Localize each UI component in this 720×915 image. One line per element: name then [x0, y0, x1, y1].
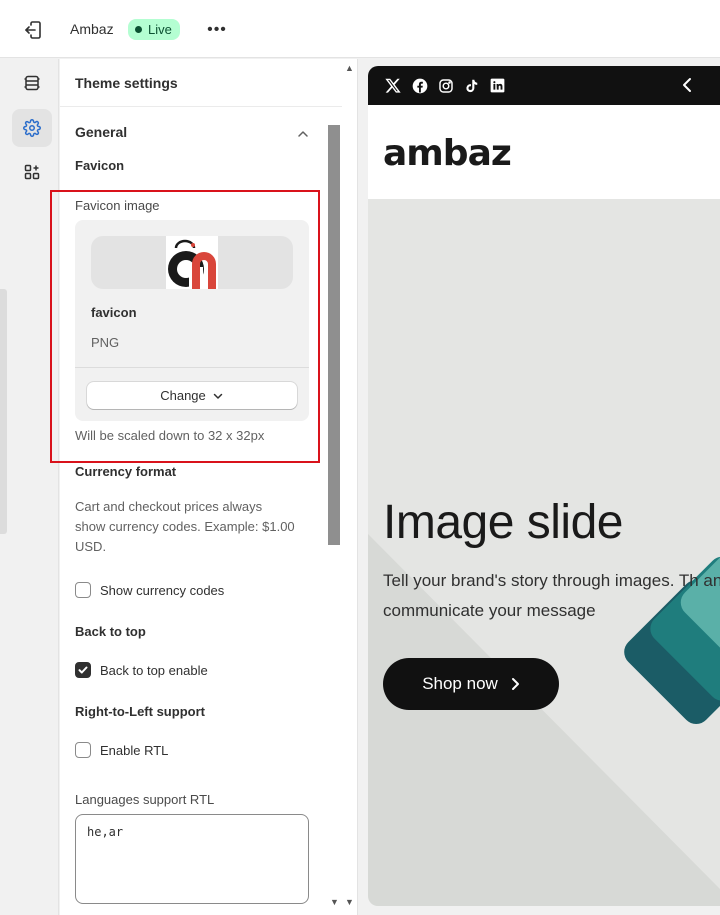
theme-settings-panel: Theme settings ▲ ▼ ▼ General Favicon Fav…: [60, 59, 358, 915]
favicon-heading: Favicon: [75, 158, 125, 173]
favicon-help-text: Will be scaled down to 32 x 32px: [75, 428, 265, 443]
store-name: Ambaz: [70, 21, 114, 37]
favicon-image-card: favicon PNG Change: [75, 220, 309, 421]
scroll-down-arrow-2-icon[interactable]: ▼: [345, 897, 354, 907]
currency-format-heading: Currency format: [75, 464, 177, 479]
status-badge-label: Live: [148, 22, 172, 37]
hero-text: Tell your brand's story through images. …: [383, 571, 720, 620]
checkmark-icon: [78, 666, 88, 674]
show-currency-codes-label: Show currency codes: [100, 582, 225, 598]
chevron-right-icon: [511, 678, 519, 690]
languages-rtl-label: Languages support RTL: [75, 792, 215, 807]
left-rail: [0, 59, 59, 915]
site-logo[interactable]: ambaz: [383, 133, 512, 174]
x-icon[interactable]: [384, 76, 403, 95]
shop-now-button[interactable]: Shop now: [383, 658, 559, 710]
rail-scrollbar[interactable]: [0, 289, 7, 534]
instagram-icon[interactable]: [436, 76, 455, 95]
favicon-file-type: PNG: [91, 335, 120, 350]
tiktok-icon[interactable]: [462, 76, 481, 95]
back-to-top-label: Back to top enable: [100, 662, 208, 678]
status-badge: Live: [128, 19, 180, 40]
back-to-top-row[interactable]: Back to top enable: [75, 662, 208, 678]
hero-title: Image slide: [383, 496, 623, 549]
scroll-down-arrow-icon[interactable]: ▼: [330, 897, 339, 907]
change-image-button[interactable]: Change: [87, 382, 297, 409]
favicon-thumbnail[interactable]: [91, 236, 293, 289]
favicon-logo-icon: [168, 239, 216, 289]
top-bar: Ambaz Live •••: [0, 0, 720, 58]
apps-icon: [24, 164, 40, 180]
exit-icon[interactable]: [22, 19, 44, 41]
panel-scrollbar-thumb[interactable]: [328, 125, 340, 545]
facebook-icon[interactable]: [410, 76, 429, 95]
site-header: ambaz: [368, 105, 720, 199]
linkedin-icon[interactable]: [488, 76, 507, 95]
show-currency-codes-checkbox[interactable]: [75, 582, 91, 598]
languages-rtl-value: he,ar: [87, 825, 124, 839]
back-to-top-checkbox[interactable]: [75, 662, 91, 678]
divider: [75, 367, 309, 368]
gear-icon: [23, 119, 41, 137]
apps-button[interactable]: [12, 153, 52, 191]
languages-rtl-textarea[interactable]: he,ar: [75, 814, 309, 904]
favicon-file-name: favicon: [91, 305, 137, 320]
theme-settings-button[interactable]: [12, 109, 52, 147]
storefront-preview: ambaz Image slide Tell your brand's stor…: [368, 66, 720, 906]
rtl-heading: Right-to-Left support: [75, 704, 205, 719]
more-actions-button[interactable]: •••: [205, 18, 229, 42]
general-section-title[interactable]: General: [75, 124, 127, 140]
back-to-top-heading: Back to top: [75, 624, 146, 639]
panel-scrollbar-track[interactable]: [342, 59, 357, 915]
announcement-bar: [368, 66, 720, 105]
change-button-label: Change: [160, 388, 206, 403]
favicon-image-label: Favicon image: [75, 198, 160, 213]
panel-header: Theme settings: [60, 59, 342, 107]
panel-title: Theme settings: [75, 75, 178, 91]
chevron-left-icon[interactable]: [680, 77, 694, 93]
shop-now-label: Shop now: [422, 674, 498, 693]
sections-icon: [24, 75, 40, 91]
enable-rtl-row[interactable]: Enable RTL: [75, 742, 168, 758]
show-currency-codes-row[interactable]: Show currency codes: [75, 582, 224, 598]
chevron-down-icon: [213, 393, 223, 399]
live-dot-icon: [135, 26, 142, 33]
sections-button[interactable]: [12, 64, 52, 102]
enable-rtl-checkbox[interactable]: [75, 742, 91, 758]
enable-rtl-label: Enable RTL: [100, 742, 169, 758]
hero-slide: Image slide Tell your brand's story thro…: [368, 199, 720, 906]
scroll-up-arrow-icon[interactable]: ▲: [345, 63, 354, 73]
hero-background-shape: [368, 530, 720, 906]
currency-help-text: Cart and checkout prices always show cur…: [75, 499, 295, 554]
chevron-up-icon[interactable]: [296, 127, 310, 141]
